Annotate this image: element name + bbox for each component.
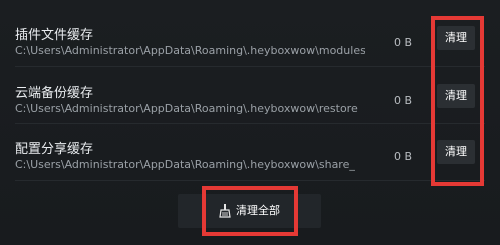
cache-settings-panel: 插件文件缓存 C:\Users\Administrator\AppData\Ro… — [0, 0, 500, 245]
row-divider — [15, 66, 485, 67]
cache-row-config-share: 配置分享缓存 C:\Users\Administrator\AppData\Ro… — [0, 124, 485, 181]
cache-path: C:\Users\Administrator\AppData\Roaming\.… — [15, 158, 355, 171]
clear-cloud-backup-cache-button[interactable]: 清理 — [437, 84, 475, 108]
row-divider — [15, 180, 485, 181]
cache-size: 0 B — [394, 150, 413, 163]
cache-size: 0 B — [394, 94, 413, 107]
cache-name: 配置分享缓存 — [15, 142, 94, 157]
cache-path: C:\Users\Administrator\AppData\Roaming\.… — [15, 102, 358, 115]
cache-name: 云端备份缓存 — [15, 86, 94, 101]
cache-size: 0 B — [394, 36, 413, 49]
clear-plugin-cache-button[interactable]: 清理 — [437, 26, 475, 50]
cache-path: C:\Users\Administrator\AppData\Roaming\.… — [15, 44, 365, 57]
cache-row-cloud-backup: 云端备份缓存 C:\Users\Administrator\AppData\Ro… — [0, 68, 485, 125]
cache-name: 插件文件缓存 — [15, 28, 94, 43]
broom-icon — [219, 204, 231, 218]
clear-config-share-cache-button[interactable]: 清理 — [437, 140, 475, 164]
clear-all-button[interactable]: 清理全部 — [207, 196, 293, 226]
clear-all-label: 清理全部 — [236, 204, 280, 217]
cache-row-plugin-files: 插件文件缓存 C:\Users\Administrator\AppData\Ro… — [0, 10, 485, 67]
